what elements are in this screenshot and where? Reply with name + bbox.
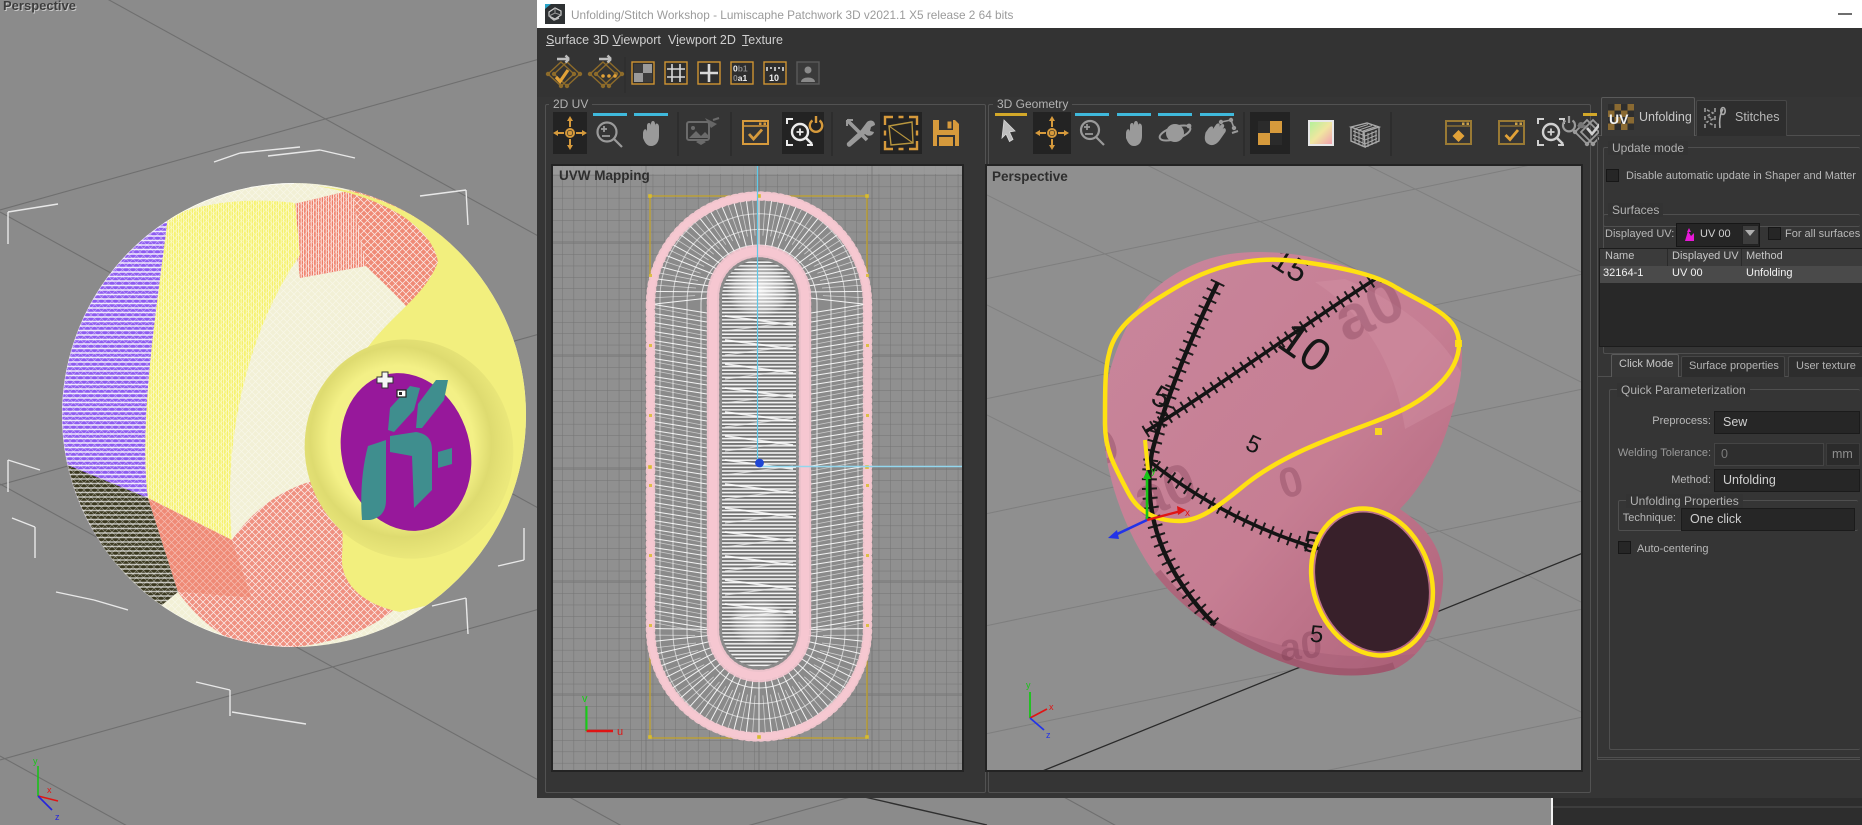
svg-text:u: u — [617, 726, 623, 738]
svg-text:Perspective: Perspective — [3, 0, 76, 13]
svg-text:UVW Mapping: UVW Mapping — [559, 168, 650, 183]
svg-text:y: y — [1151, 466, 1156, 477]
svg-text:z: z — [55, 812, 60, 822]
svg-text:10: 10 — [769, 73, 779, 83]
svg-text:UV: UV — [1609, 111, 1629, 127]
svg-text:x: x — [1185, 508, 1190, 519]
svg-text:Perspective: Perspective — [992, 169, 1068, 184]
svg-text:v: v — [582, 693, 588, 705]
svg-text:y: y — [33, 756, 38, 766]
svg-text:y: y — [1026, 680, 1031, 690]
svg-text:z: z — [1046, 730, 1051, 740]
svg-text:x: x — [1049, 702, 1054, 712]
svg-text:0b1: 0b1 — [733, 64, 748, 74]
svg-text:x: x — [47, 785, 52, 795]
svg-text:5: 5 — [1309, 621, 1325, 649]
svg-text:0a1: 0a1 — [733, 73, 747, 83]
